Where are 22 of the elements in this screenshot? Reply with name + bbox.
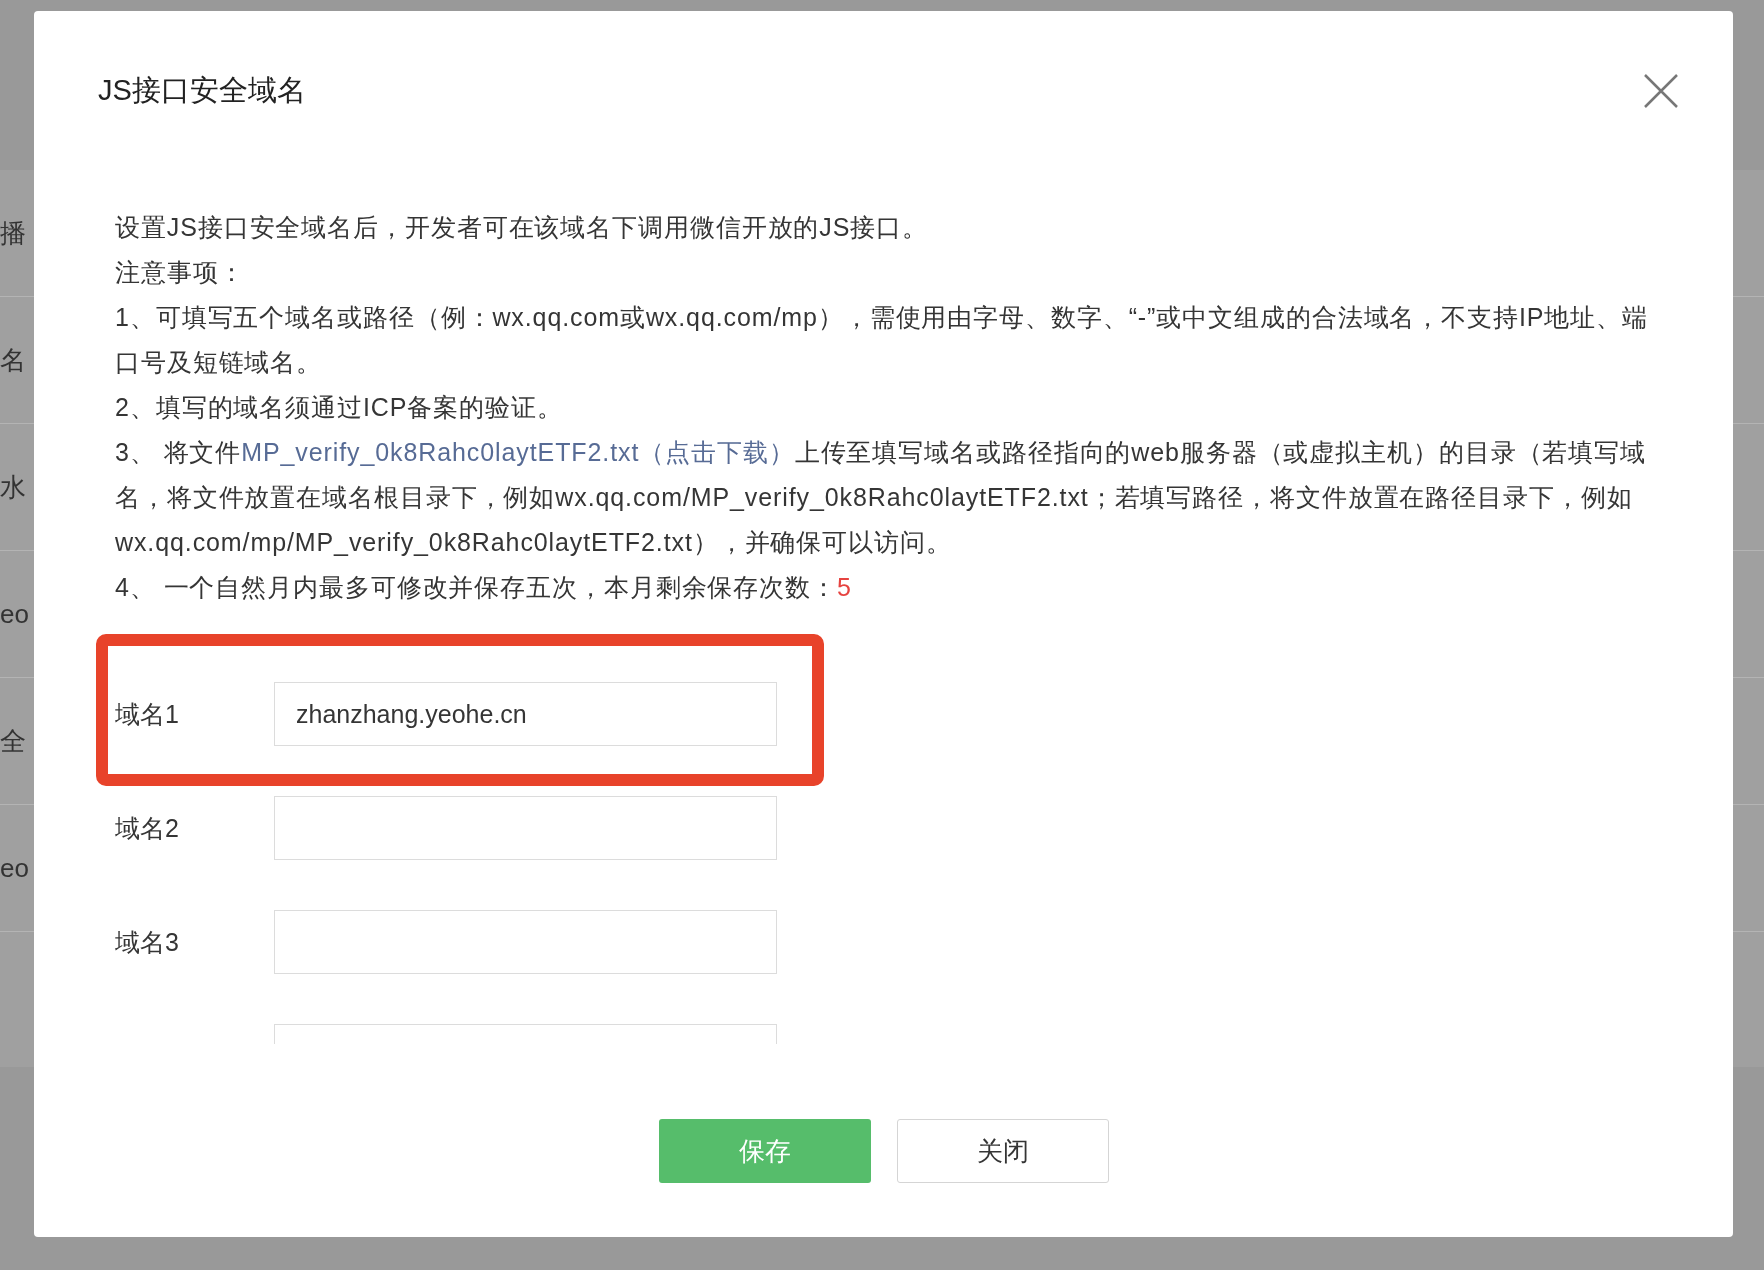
dialog-title: JS接口安全域名: [98, 73, 306, 108]
background-item: eo: [0, 852, 29, 884]
field-label: 域名2: [115, 812, 180, 844]
field-label: 域名3: [115, 926, 180, 958]
note-text: 2、填写的域名须通过ICP备案的验证。: [115, 392, 564, 423]
domain-input-field[interactable]: [274, 796, 777, 860]
background-item: 全: [0, 724, 26, 758]
background-item: eo: [0, 598, 29, 630]
note-text: 1、可填写五个域名或路径（例：wx.qq.com或wx.qq.com/mp），需使用由字母、数字、“-”或中文组成的合法域名，不支持IP地址、端口号及短链域名。: [115, 302, 1649, 378]
close-dialog-button[interactable]: 关闭: [896, 1119, 1109, 1183]
note-text: 3、 将文件MP_verify_0k8Rahc0laytETF2.txt（点击下载）上传至填写域名或路径指向的web服务器（或虚拟主机）的目录（若填写域名，将文件放置在域名根目录下，例如wx.qq.com/MP_verify_0k8Rahc0laytETF2.txt；若填写路径，将文件放置在路径目录下，例如wx.qq.com/mp/MP_verify_0k8Rahc0laytETF2.txt），并确保可以访问。: [115, 437, 1648, 558]
domain-input-field[interactable]: [274, 910, 777, 974]
domain-input-field[interactable]: zhanzhang.yeohe.cn: [274, 682, 777, 746]
intro-text: 设置JS接口安全域名后，开发者可在该域名下调用微信开放的JS接口。: [115, 212, 930, 243]
background-item: 播: [0, 216, 26, 250]
note-text: 4、 一个自然月内最多可修改并保存五次，本月剩余保存次数：5: [115, 572, 853, 603]
close-button[interactable]: [1643, 73, 1679, 109]
field-label: 域名1: [115, 698, 180, 730]
background-item: 水: [0, 470, 26, 504]
background-item: 名: [0, 343, 26, 377]
notes-heading: 注意事项：: [115, 257, 246, 288]
download-link[interactable]: MP_verify_0k8Rahc0laytETF2.txt（点击下载）: [241, 438, 795, 466]
